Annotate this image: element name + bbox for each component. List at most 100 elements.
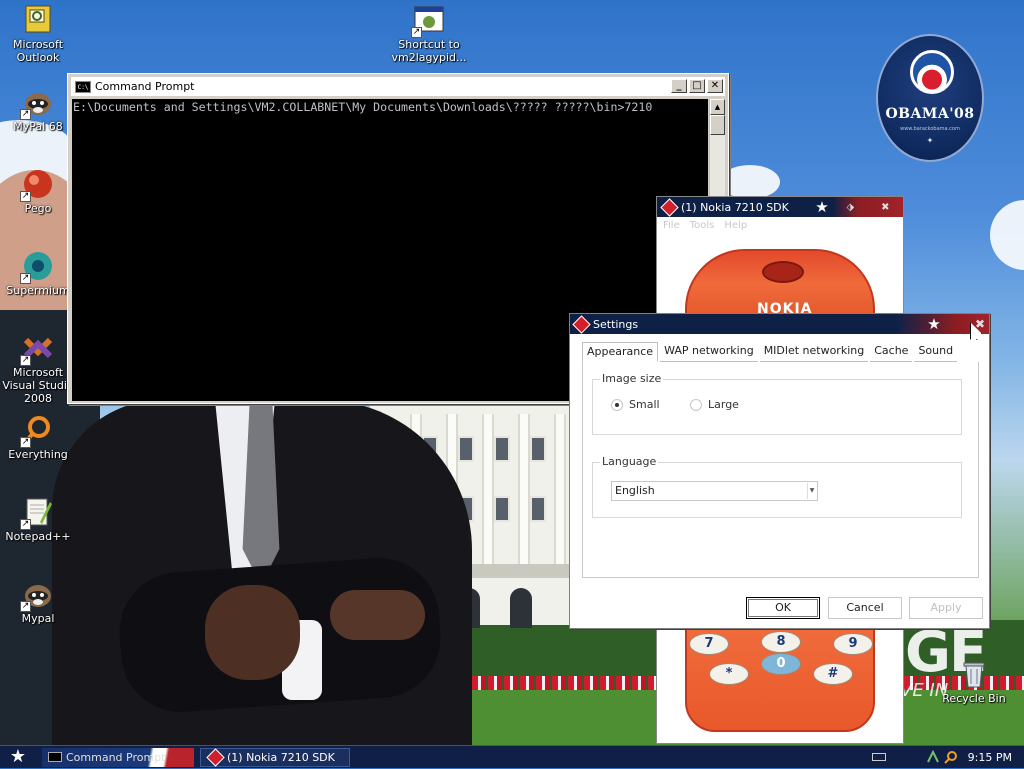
chevron-down-icon[interactable]: ▼: [807, 483, 816, 499]
start-button[interactable]: ★: [0, 746, 36, 769]
taskbar-item-label: Command Prompt: [66, 750, 166, 764]
taskbar-item-command-prompt[interactable]: Command Prompt: [42, 747, 194, 767]
shortcut-arrow-icon: ↗: [20, 601, 31, 612]
outlook-icon: [22, 4, 54, 36]
scroll-thumb[interactable]: [710, 115, 725, 135]
shortcut-arrow-icon: ↗: [20, 191, 31, 202]
desktop-icon-shortcut[interactable]: ↗ Shortcut to vm2lagypid...: [390, 4, 468, 64]
scroll-up-icon[interactable]: ▲: [710, 99, 725, 115]
radio-small[interactable]: Small: [611, 398, 660, 411]
desktop-icon-pego[interactable]: ↗ Pego: [0, 168, 76, 215]
key-star[interactable]: *: [709, 663, 749, 685]
system-tray: 9:15 PM: [871, 746, 1024, 769]
menu-file[interactable]: File: [663, 220, 680, 231]
desktop-icon-mypal[interactable]: ↗ Mypal: [0, 578, 76, 625]
rising-sun-icon: [910, 50, 954, 94]
key-7[interactable]: 7: [689, 633, 729, 655]
taskbar-item-nokia-sdk[interactable]: (1) Nokia 7210 SDK: [200, 747, 350, 767]
radio-unselected-icon: [690, 398, 702, 411]
network-icon[interactable]: [926, 749, 940, 764]
desktop-icon-everything[interactable]: ↗ Everything: [0, 414, 76, 461]
minimize-button[interactable]: _: [671, 79, 687, 93]
notepad-plus-plus-icon: ↗: [20, 496, 54, 530]
desktop-icon-recycle-bin[interactable]: Recycle Bin: [936, 658, 1012, 705]
shortcut-arrow-icon: ↗: [20, 437, 31, 448]
everything-search-icon: ↗: [20, 414, 54, 448]
window-titlebar[interactable]: C:\ Command Prompt _ □ ✕: [71, 77, 725, 96]
recycle-bin-icon: [958, 658, 990, 690]
window-title: Command Prompt: [95, 80, 195, 93]
shortcut-arrow-icon: ↗: [20, 519, 31, 530]
radio-label: Large: [708, 398, 739, 411]
menu-tools[interactable]: Tools: [690, 220, 715, 231]
cancel-button[interactable]: Cancel: [828, 597, 902, 619]
pin-icon[interactable]: ⬗: [846, 202, 854, 213]
shortcut-arrow-icon: ↗: [20, 109, 31, 120]
phone-image-top: NOKIA: [685, 249, 875, 319]
close-icon[interactable]: ✖: [881, 202, 889, 213]
hand: [330, 590, 425, 640]
language-select[interactable]: English ▼: [611, 481, 818, 501]
desktop-icon-label: Recycle Bin: [942, 692, 1006, 705]
desktop-icon-label: Microsoft Visual Studio 2008: [2, 366, 74, 405]
group-legend: Language: [600, 455, 659, 468]
tab-midlet-networking[interactable]: MIDlet networking: [759, 342, 869, 362]
desktop-icon-supermium[interactable]: ↗ Supermium: [0, 250, 76, 297]
desktop-icon-visual-studio[interactable]: ↗ Microsoft Visual Studio 2008: [0, 332, 76, 405]
menu-help[interactable]: Help: [724, 220, 747, 231]
cloud: [990, 200, 1024, 270]
star-icon: ★: [9, 745, 27, 767]
clock[interactable]: 9:15 PM: [968, 751, 1012, 764]
key-9[interactable]: 9: [833, 633, 873, 655]
desktop-icon-label: Notepad++: [5, 530, 71, 543]
settings-dialog[interactable]: Settings ★ ✖ Appearance WAP networking M…: [569, 313, 990, 629]
java-app-icon: [661, 200, 677, 214]
phone-speaker: [762, 261, 804, 283]
desktop-icon-label: Shortcut to vm2lagypid...: [391, 38, 467, 64]
java-app-icon: [573, 317, 589, 331]
shortcut-app-icon: ↗: [411, 4, 445, 38]
tab-appearance[interactable]: Appearance: [582, 342, 659, 362]
radio-label: Small: [629, 398, 660, 411]
shortcut-arrow-icon: ↗: [20, 355, 31, 366]
desktop-icon-label: Supermium: [6, 284, 70, 297]
dialog-titlebar[interactable]: Settings ★ ✖: [570, 314, 989, 334]
radio-large[interactable]: Large: [690, 398, 739, 411]
language-group: Language English ▼: [592, 455, 962, 518]
tab-cache[interactable]: Cache: [870, 342, 913, 362]
radio-selected-icon: [611, 398, 623, 411]
tab-sound[interactable]: Sound: [914, 342, 958, 362]
key-0[interactable]: 0: [761, 653, 801, 675]
keyboard-icon[interactable]: [871, 753, 886, 761]
maximize-button[interactable]: □: [689, 79, 705, 93]
desktop-icon-label: Everything: [8, 448, 68, 461]
obama-08-logo: OBAMA'08 www.barackobama.com ✦: [876, 34, 984, 162]
tab-wap-networking[interactable]: WAP networking: [660, 342, 758, 362]
menu-bar: File Tools Help: [657, 217, 903, 233]
desktop-icon-label: Mypal: [21, 612, 55, 625]
star-icon: ★: [927, 315, 941, 333]
visual-studio-icon: ↗: [20, 332, 54, 366]
close-button[interactable]: ✕: [707, 79, 723, 93]
phone-keypad[interactable]: 7 8 9 0 * #: [685, 627, 875, 732]
apply-button[interactable]: Apply: [909, 597, 983, 619]
desktop-icon-label: Pego: [24, 202, 52, 215]
pego-icon: ↗: [20, 168, 54, 202]
settings-tabs: Appearance WAP networking MIDlet network…: [582, 342, 959, 362]
java-app-icon: [207, 750, 223, 764]
window-titlebar[interactable]: (1) Nokia 7210 SDK ★ ⬗ ✖: [657, 197, 903, 217]
key-hash[interactable]: #: [813, 663, 853, 685]
logo-url: www.barackobama.com: [900, 126, 960, 132]
raccoon-icon: ↗: [20, 86, 54, 120]
window-title: (1) Nokia 7210 SDK: [681, 200, 789, 214]
desktop-icon-outlook[interactable]: Microsoft Outlook: [0, 4, 76, 64]
image-size-group: Image size Small Large: [592, 372, 962, 435]
desktop-icon-mypal68[interactable]: ↗ MyPal 68: [0, 86, 76, 133]
tab-panel-appearance: Image size Small Large Language English …: [582, 362, 979, 578]
console-icon: C:\: [75, 80, 91, 93]
key-8[interactable]: 8: [761, 631, 801, 653]
shortcut-arrow-icon: ↗: [20, 273, 31, 284]
desktop-icon-notepad-plus-plus[interactable]: ↗ Notepad++: [0, 496, 76, 543]
ok-button[interactable]: OK: [746, 597, 820, 619]
search-icon[interactable]: [943, 750, 958, 764]
